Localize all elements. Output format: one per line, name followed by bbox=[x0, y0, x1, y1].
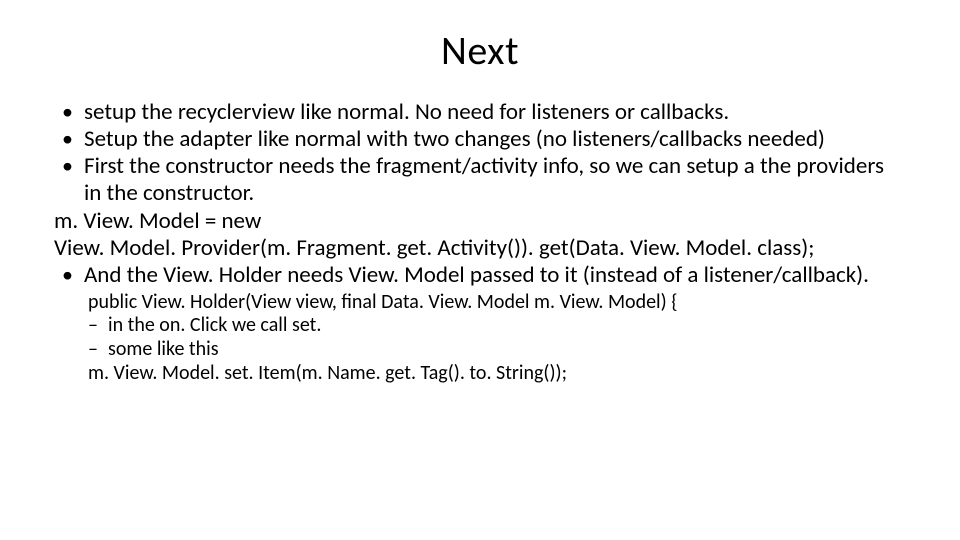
slide-body: setup the recyclerview like normal. No n… bbox=[54, 99, 906, 385]
bullet-item: First the constructor needs the fragment… bbox=[54, 153, 906, 207]
sub-block: public View. Holder(View view, final Dat… bbox=[54, 291, 906, 385]
sub-code-line: m. View. Model. set. Item(m. Name. get. … bbox=[88, 362, 906, 386]
code-line: m. View. Model = new bbox=[54, 208, 906, 235]
code-line: View. Model. Provider(m. Fragment. get. … bbox=[54, 235, 906, 262]
slide-title: Next bbox=[54, 26, 906, 75]
bullet-list: setup the recyclerview like normal. No n… bbox=[54, 99, 906, 289]
bullet-item: setup the recyclerview like normal. No n… bbox=[54, 99, 906, 126]
sub-bullet-item: in the on. Click we call set. bbox=[88, 314, 906, 338]
slide: Next setup the recyclerview like normal.… bbox=[0, 0, 960, 540]
sub-bullet-item: some like this bbox=[88, 338, 906, 362]
bullet-item: And the View. Holder needs View. Model p… bbox=[54, 262, 906, 289]
sub-code-line: public View. Holder(View view, final Dat… bbox=[88, 291, 906, 315]
bullet-item: Setup the adapter like normal with two c… bbox=[54, 126, 906, 153]
